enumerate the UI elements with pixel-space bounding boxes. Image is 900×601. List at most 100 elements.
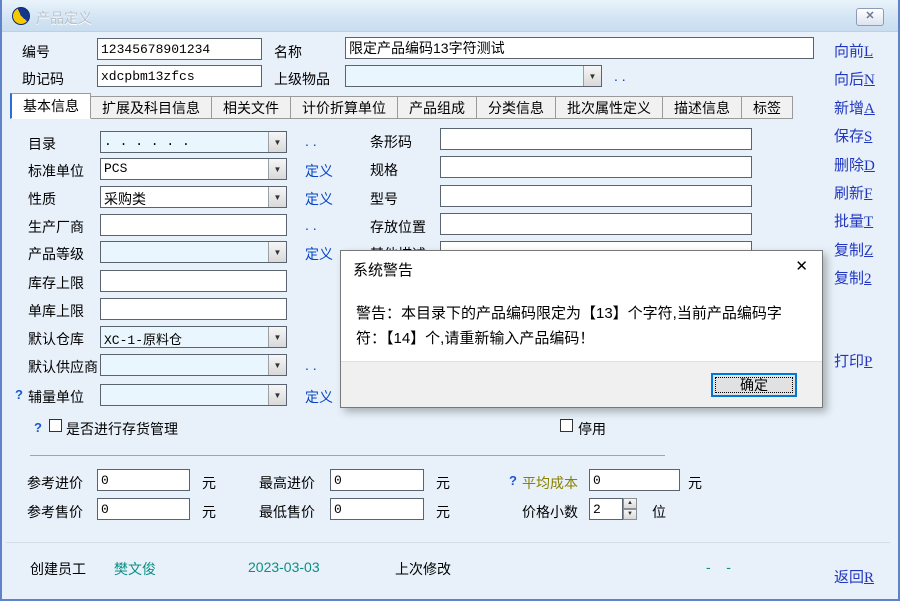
avg-cost-input[interactable]: [589, 469, 680, 491]
barcode-input[interactable]: [440, 128, 752, 150]
model-input[interactable]: [440, 185, 752, 207]
name-label: 名称: [274, 42, 302, 62]
tab-extended-info[interactable]: 扩展及科目信息: [91, 96, 212, 119]
close-button[interactable]: ✕: [856, 8, 884, 26]
storage-location-input[interactable]: [440, 213, 752, 235]
default-supplier-browse-link[interactable]: . .: [305, 357, 317, 373]
yuan-unit-label: 元: [688, 473, 702, 493]
tab-related-files[interactable]: 相关文件: [212, 96, 291, 119]
chevron-down-icon[interactable]: ▼: [268, 242, 286, 262]
model-label: 型号: [370, 189, 398, 209]
price-decimal-input[interactable]: [589, 498, 623, 520]
copy-button[interactable]: 复制Z: [834, 239, 892, 260]
parent-item-dropdown[interactable]: ▼: [345, 65, 602, 87]
mnemonic-input[interactable]: [97, 65, 262, 87]
aux-unit-help-icon[interactable]: ?: [15, 387, 23, 402]
section-divider: [30, 455, 665, 456]
ref-sale-price-input[interactable]: [97, 498, 190, 520]
default-warehouse-dropdown[interactable]: XC-1-原料仓▼: [100, 326, 287, 348]
delete-button[interactable]: 删除D: [834, 154, 892, 175]
ref-purchase-price-label: 参考进价: [27, 473, 83, 493]
product-definition-window: 产品定义 ✕ 编号 名称 助记码 上级物品 ▼ . . 基本信息 扩展及科目信息…: [0, 0, 900, 601]
code-input[interactable]: [97, 38, 262, 60]
yuan-unit-label: 元: [436, 502, 450, 522]
catalog-browse-link[interactable]: . .: [305, 133, 317, 149]
aux-unit-define-link[interactable]: 定义: [305, 387, 333, 407]
storage-location-label: 存放位置: [370, 217, 426, 237]
tab-basic-info[interactable]: 基本信息: [10, 93, 91, 119]
spinner-up-icon[interactable]: ▲: [623, 498, 637, 509]
copy2-button[interactable]: 复制2: [834, 267, 892, 288]
standard-unit-define-link[interactable]: 定义: [305, 161, 333, 181]
chevron-down-icon[interactable]: ▼: [268, 327, 286, 347]
product-grade-define-link[interactable]: 定义: [305, 244, 333, 264]
tab-label[interactable]: 标签: [742, 96, 793, 119]
name-input[interactable]: [345, 37, 814, 59]
price-decimal-stepper[interactable]: ▲ ▼: [623, 498, 637, 520]
tab-classification[interactable]: 分类信息: [477, 96, 556, 119]
tab-batch-attributes[interactable]: 批次属性定义: [556, 96, 663, 119]
tab-product-composition[interactable]: 产品组成: [398, 96, 477, 119]
yuan-unit-label: 元: [202, 502, 216, 522]
standard-unit-label: 标准单位: [28, 161, 84, 181]
disable-checkbox[interactable]: [560, 419, 573, 432]
yuan-unit-label: 元: [436, 473, 450, 493]
last-modified-label: 上次修改: [395, 559, 451, 579]
stock-upper-limit-input[interactable]: [100, 270, 287, 292]
parent-item-browse-link[interactable]: . .: [614, 68, 626, 84]
nature-label: 性质: [28, 189, 56, 209]
max-purchase-price-label: 最高进价: [259, 473, 315, 493]
app-logo-icon: [12, 7, 30, 25]
created-by-label: 创建员工: [30, 559, 86, 579]
default-warehouse-label: 默认仓库: [28, 329, 84, 349]
default-supplier-dropdown[interactable]: ▼: [100, 354, 287, 376]
print-button[interactable]: 打印P: [834, 350, 892, 371]
spec-label: 规格: [370, 160, 398, 180]
standard-unit-dropdown[interactable]: PCS▼: [100, 158, 287, 180]
chevron-down-icon[interactable]: ▼: [583, 66, 601, 86]
dialog-title: 系统警告: [353, 259, 413, 280]
nature-dropdown[interactable]: 采购类▼: [100, 186, 287, 208]
avg-cost-help-icon[interactable]: ?: [509, 473, 517, 488]
aux-unit-dropdown[interactable]: ▼: [100, 384, 287, 406]
inventory-management-checkbox[interactable]: [49, 419, 62, 432]
chevron-down-icon[interactable]: ▼: [268, 187, 286, 207]
manufacturer-input[interactable]: [100, 214, 287, 236]
chevron-down-icon[interactable]: ▼: [268, 159, 286, 179]
avg-cost-label: 平均成本: [522, 473, 578, 493]
max-purchase-price-input[interactable]: [330, 469, 424, 491]
disable-label: 停用: [578, 419, 606, 439]
catalog-dropdown[interactable]: . . . . . .▼: [100, 131, 287, 153]
product-grade-label: 产品等级: [28, 244, 84, 264]
min-sale-price-input[interactable]: [330, 498, 424, 520]
aux-unit-label: 辅量单位: [28, 387, 84, 407]
previous-button[interactable]: 向前L: [834, 40, 892, 61]
return-button[interactable]: 返回R: [834, 566, 892, 587]
inventory-help-icon[interactable]: ?: [34, 420, 42, 435]
tab-strip: 基本信息 扩展及科目信息 相关文件 计价折算单位 产品组成 分类信息 批次属性定…: [10, 95, 793, 119]
created-by-value: 樊文俊: [114, 559, 156, 579]
next-button[interactable]: 向后N: [834, 68, 892, 89]
batch-button[interactable]: 批量T: [834, 210, 892, 231]
min-sale-price-label: 最低售价: [259, 502, 315, 522]
dialog-close-icon[interactable]: ✕: [795, 257, 808, 275]
created-date-value: 2023-03-03: [248, 559, 320, 575]
chevron-down-icon[interactable]: ▼: [268, 132, 286, 152]
tab-pricing-unit[interactable]: 计价折算单位: [291, 96, 398, 119]
nature-define-link[interactable]: 定义: [305, 189, 333, 209]
save-button[interactable]: 保存S: [834, 125, 892, 146]
tab-description[interactable]: 描述信息: [663, 96, 742, 119]
ok-button[interactable]: 确定: [711, 373, 797, 397]
chevron-down-icon[interactable]: ▼: [268, 355, 286, 375]
product-grade-dropdown[interactable]: ▼: [100, 241, 287, 263]
parent-item-label: 上级物品: [274, 69, 330, 89]
single-warehouse-limit-input[interactable]: [100, 298, 287, 320]
spec-input[interactable]: [440, 156, 752, 178]
chevron-down-icon[interactable]: ▼: [268, 385, 286, 405]
ref-purchase-price-input[interactable]: [97, 469, 190, 491]
add-button[interactable]: 新增A: [834, 97, 892, 118]
spinner-down-icon[interactable]: ▼: [623, 509, 637, 520]
refresh-button[interactable]: 刷新F: [834, 182, 892, 203]
dialog-footer: 确定: [341, 361, 822, 407]
manufacturer-browse-link[interactable]: . .: [305, 217, 317, 233]
